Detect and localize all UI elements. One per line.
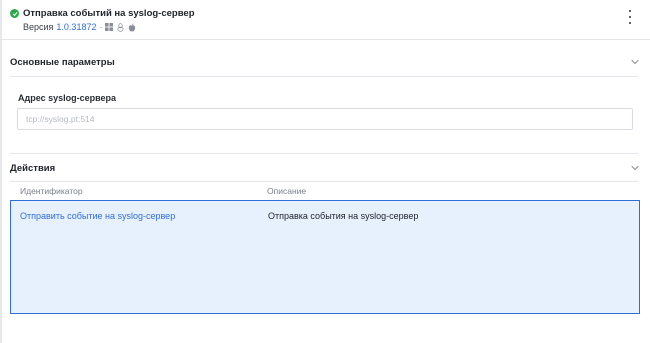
params-section-header[interactable]: Основные параметры xyxy=(0,48,650,76)
syslog-address-input[interactable] xyxy=(17,108,633,130)
syslog-address-label: Адрес syslog-сервера xyxy=(18,93,117,103)
version-row: Версия 1.0.31872 · xyxy=(23,22,140,32)
action-description: Отправка события на syslog-сервер xyxy=(268,211,419,221)
kebab-dot xyxy=(628,10,632,13)
actions-section-title: Действия xyxy=(10,163,56,174)
plugin-header: Отправка событий на syslog-сервер Версия… xyxy=(0,0,650,40)
linux-icon xyxy=(117,22,124,32)
kebab-dot xyxy=(628,15,632,19)
column-header-description[interactable]: Описание xyxy=(267,186,306,196)
title-row: Отправка событий на syslog-сервер xyxy=(10,8,195,19)
version-separator: · xyxy=(99,22,103,32)
params-section-title: Основные параметры xyxy=(10,57,115,68)
apple-icon xyxy=(128,23,136,32)
plugin-details-page: Отправка событий на syslog-сервер Версия… xyxy=(0,0,650,343)
chevron-down-icon[interactable] xyxy=(630,57,640,67)
check-circle-icon xyxy=(10,9,19,18)
kebab-dot xyxy=(628,21,632,24)
plugin-title: Отправка событий на syslog-сервер xyxy=(23,8,195,19)
version-link[interactable]: 1.0.31872 xyxy=(56,22,96,32)
table-row[interactable]: Отправить событие на syslog-сервер Отпра… xyxy=(10,200,640,314)
chevron-down-icon[interactable] xyxy=(630,163,640,173)
action-id-link[interactable]: Отправить событие на syslog-сервер xyxy=(20,211,175,221)
section-divider xyxy=(10,76,638,77)
section-divider xyxy=(10,181,638,182)
more-menu-button[interactable] xyxy=(626,10,634,24)
actions-section-header[interactable]: Действия xyxy=(0,154,650,182)
column-header-id[interactable]: Идентификатор xyxy=(20,186,83,196)
version-label: Версия xyxy=(23,22,54,32)
windows-icon xyxy=(105,23,114,31)
